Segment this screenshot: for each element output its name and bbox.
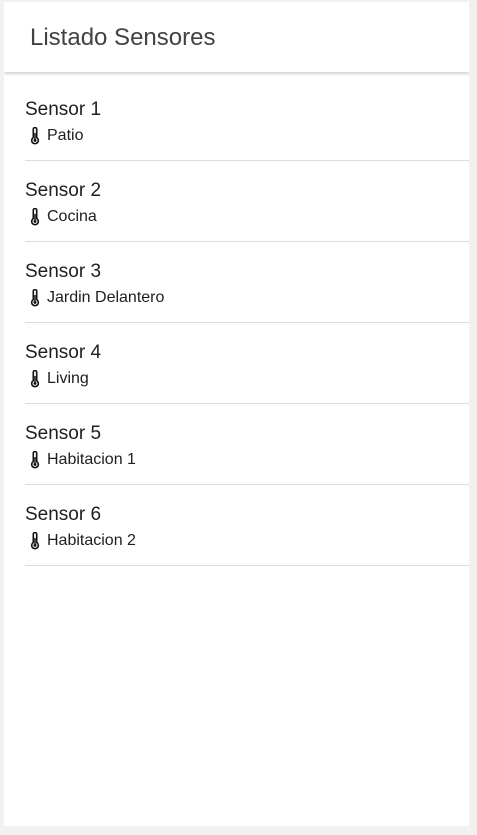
sensor-location-row: Patio [25, 126, 83, 146]
sensor-list-item[interactable]: Sensor 3 Jardin Delantero [25, 242, 469, 323]
thermometer-icon [30, 370, 40, 388]
sensor-location: Habitacion 2 [47, 532, 136, 549]
app-window: Listado Sensores Sensor 1 Patio Sensor 2 [4, 2, 469, 826]
thermometer-icon [30, 127, 40, 145]
sensor-name: Sensor 4 [25, 342, 102, 363]
sensor-name: Sensor 6 [25, 504, 102, 525]
sensor-location-row: Cocina [25, 207, 97, 227]
sensor-list-item[interactable]: Sensor 2 Cocina [25, 161, 469, 242]
thermometer-icon [30, 208, 40, 226]
sensor-list: Sensor 1 Patio Sensor 2 Cocina Sensor 3 … [25, 80, 469, 566]
sensor-location-row: Habitacion 1 [25, 450, 136, 470]
sensor-location-row: Living [25, 369, 89, 389]
sensor-name: Sensor 3 [25, 261, 102, 282]
app-header: Listado Sensores [4, 2, 469, 72]
sensor-name: Sensor 1 [25, 99, 102, 120]
sensor-list-item[interactable]: Sensor 1 Patio [25, 80, 469, 161]
sensor-location: Living [47, 370, 89, 387]
thermometer-icon [30, 451, 40, 469]
thermometer-icon [30, 532, 40, 550]
sensor-location-row: Habitacion 2 [25, 531, 136, 551]
sensor-location: Jardin Delantero [47, 289, 165, 306]
sensor-location: Patio [47, 127, 84, 144]
thermometer-icon [30, 289, 40, 307]
sensor-location: Habitacion 1 [47, 451, 136, 468]
sensor-name: Sensor 2 [25, 180, 102, 201]
page-title: Listado Sensores [30, 24, 216, 51]
sensor-location-row: Jardin Delantero [25, 288, 164, 308]
sensor-location: Cocina [47, 208, 97, 225]
sensor-list-item[interactable]: Sensor 5 Habitacion 1 [25, 404, 469, 485]
sensor-list-item[interactable]: Sensor 4 Living [25, 323, 469, 404]
sensor-name: Sensor 5 [25, 423, 102, 444]
sensor-list-item[interactable]: Sensor 6 Habitacion 2 [25, 485, 469, 566]
